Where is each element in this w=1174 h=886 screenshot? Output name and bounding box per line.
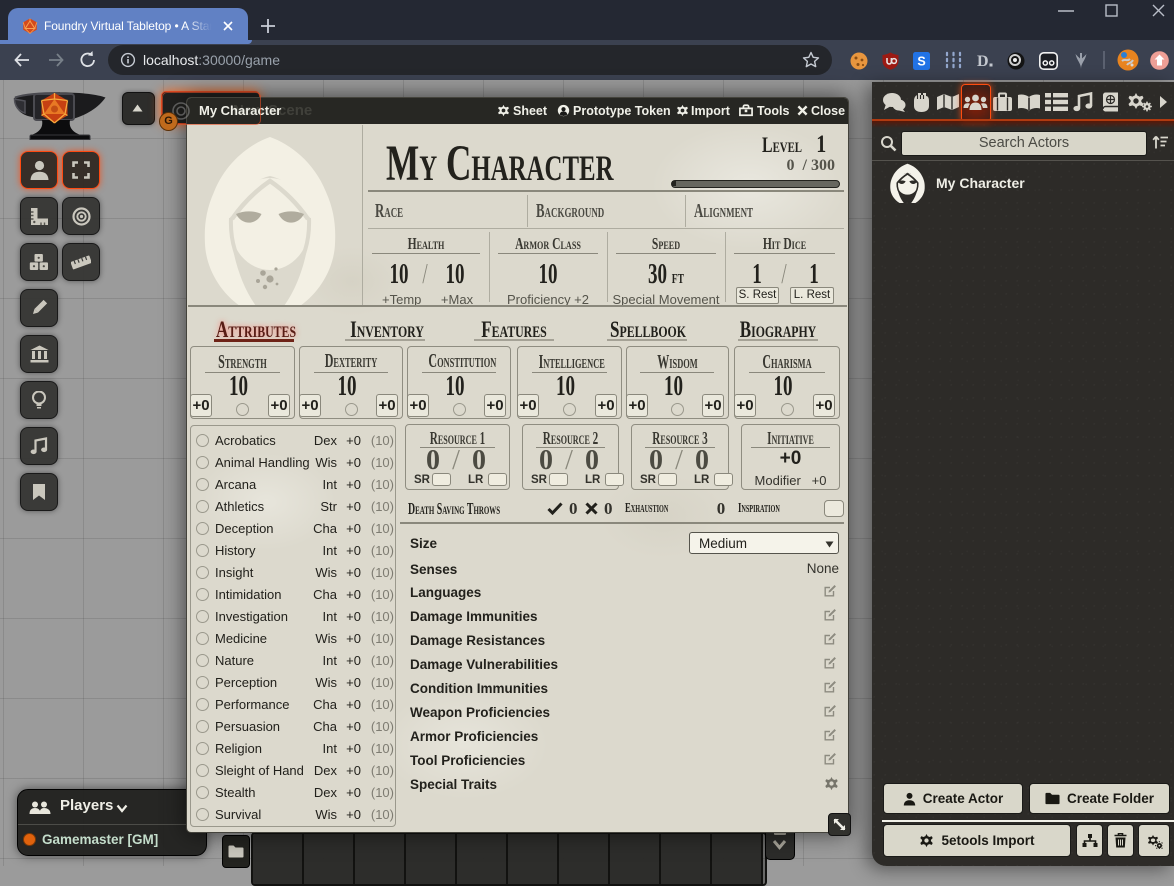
svg-text:D: D: [977, 53, 989, 70]
svg-text:S: S: [917, 55, 925, 69]
